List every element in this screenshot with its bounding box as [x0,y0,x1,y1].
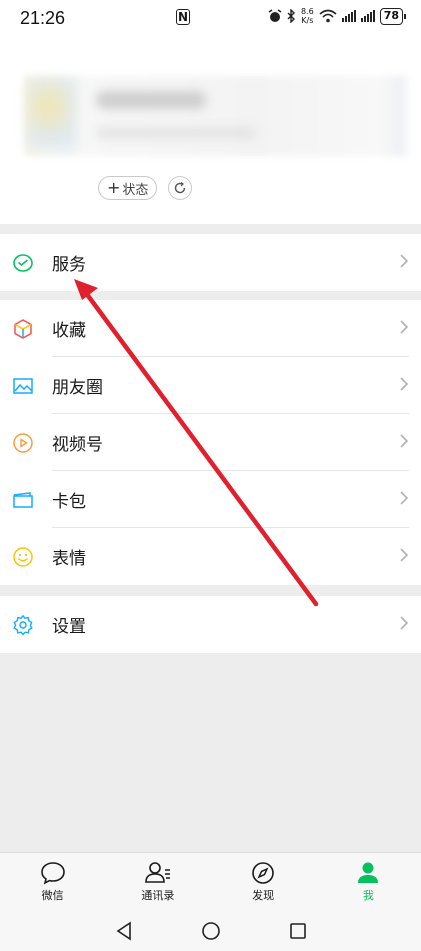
sticker-smiley-icon [12,546,34,568]
menu-item-label: 表情 [52,549,86,569]
chevron-right-icon [400,320,409,334]
avatar[interactable] [28,80,76,146]
menu-item-label: 卡包 [52,492,86,512]
home-circle-icon[interactable] [201,921,221,941]
back-triangle-icon[interactable] [115,921,133,941]
chevron-right-icon [400,377,409,391]
tab-chats[interactable]: 微信 [0,853,105,910]
tab-me[interactable]: 我 [316,853,421,910]
tab-contacts[interactable]: 通讯录 [105,853,210,910]
menu-group-services: 服务 [0,234,421,291]
menu-item-card-wallet[interactable]: 卡包 [0,471,421,528]
system-nav-bar [0,910,421,951]
wechat-pay-icon [12,252,34,274]
tab-discover[interactable]: 发现 [211,853,316,910]
status-chip-label: 状态 [122,182,149,198]
menu-item-label: 服务 [52,255,86,275]
menu-item-label: 视频号 [52,435,103,455]
chat-bubble-icon [40,862,65,885]
menu-item-label: 收藏 [52,321,86,341]
profile-name-blurred [96,91,206,109]
card-wallet-icon [12,489,34,511]
moments-photo-icon [12,375,34,397]
contacts-icon [145,862,170,883]
status-indicators: 8.6 K/s 78 [268,7,407,25]
bottom-tab-bar: 微信 通讯录 发现 我 [0,852,421,910]
menu-item-moments[interactable]: 朋友圈 [0,357,421,414]
tab-label: 我 [362,889,374,902]
menu-item-favorites[interactable]: 收藏 [0,300,421,357]
status-bar: 21:26 N 8.6 K/s 78 [0,0,421,36]
chevron-right-icon [400,548,409,562]
bluetooth-icon [287,9,295,23]
menu-group-main: 收藏 朋友圈 视频号 卡包 表情 [0,300,421,585]
chevron-right-icon [400,491,409,505]
menu-item-channels[interactable]: 视频号 [0,414,421,471]
nfc-icon: N [176,9,190,25]
status-time: 21:26 [20,7,66,28]
favorites-cube-icon [12,318,34,340]
profile-id-blurred [96,128,256,138]
wifi-icon [319,9,337,23]
settings-gear-icon [12,614,34,636]
tab-label: 发现 [252,889,275,902]
plus-icon: + [107,178,121,197]
profile-blurred-area [24,76,412,156]
person-icon [358,862,379,883]
alarm-icon [268,9,282,22]
menu-item-services[interactable]: 服务 [0,234,421,291]
compass-icon [252,862,274,884]
signal-2-icon [360,10,375,22]
battery-indicator: 78 [379,7,407,25]
menu-item-label: 朋友圈 [52,378,103,398]
menu-item-stickers[interactable]: 表情 [0,528,421,585]
chevron-right-icon [400,254,409,268]
channels-play-icon [12,432,34,454]
network-speed: 8.6 K/s [300,7,314,25]
menu-item-label: 设置 [52,617,86,637]
add-status-button[interactable]: + 状态 [98,176,158,200]
tab-label: 通讯录 [141,889,175,902]
refresh-icon [174,181,186,194]
recents-square-icon[interactable] [289,922,307,940]
refresh-status-button[interactable] [168,176,192,200]
chevron-right-icon [400,434,409,448]
signal-1-icon [341,10,356,22]
chevron-right-icon [400,616,409,630]
profile-header[interactable]: + 状态 [0,36,421,224]
menu-group-settings: 设置 [0,596,421,653]
tab-label: 微信 [41,889,64,902]
menu-item-settings[interactable]: 设置 [0,596,421,653]
